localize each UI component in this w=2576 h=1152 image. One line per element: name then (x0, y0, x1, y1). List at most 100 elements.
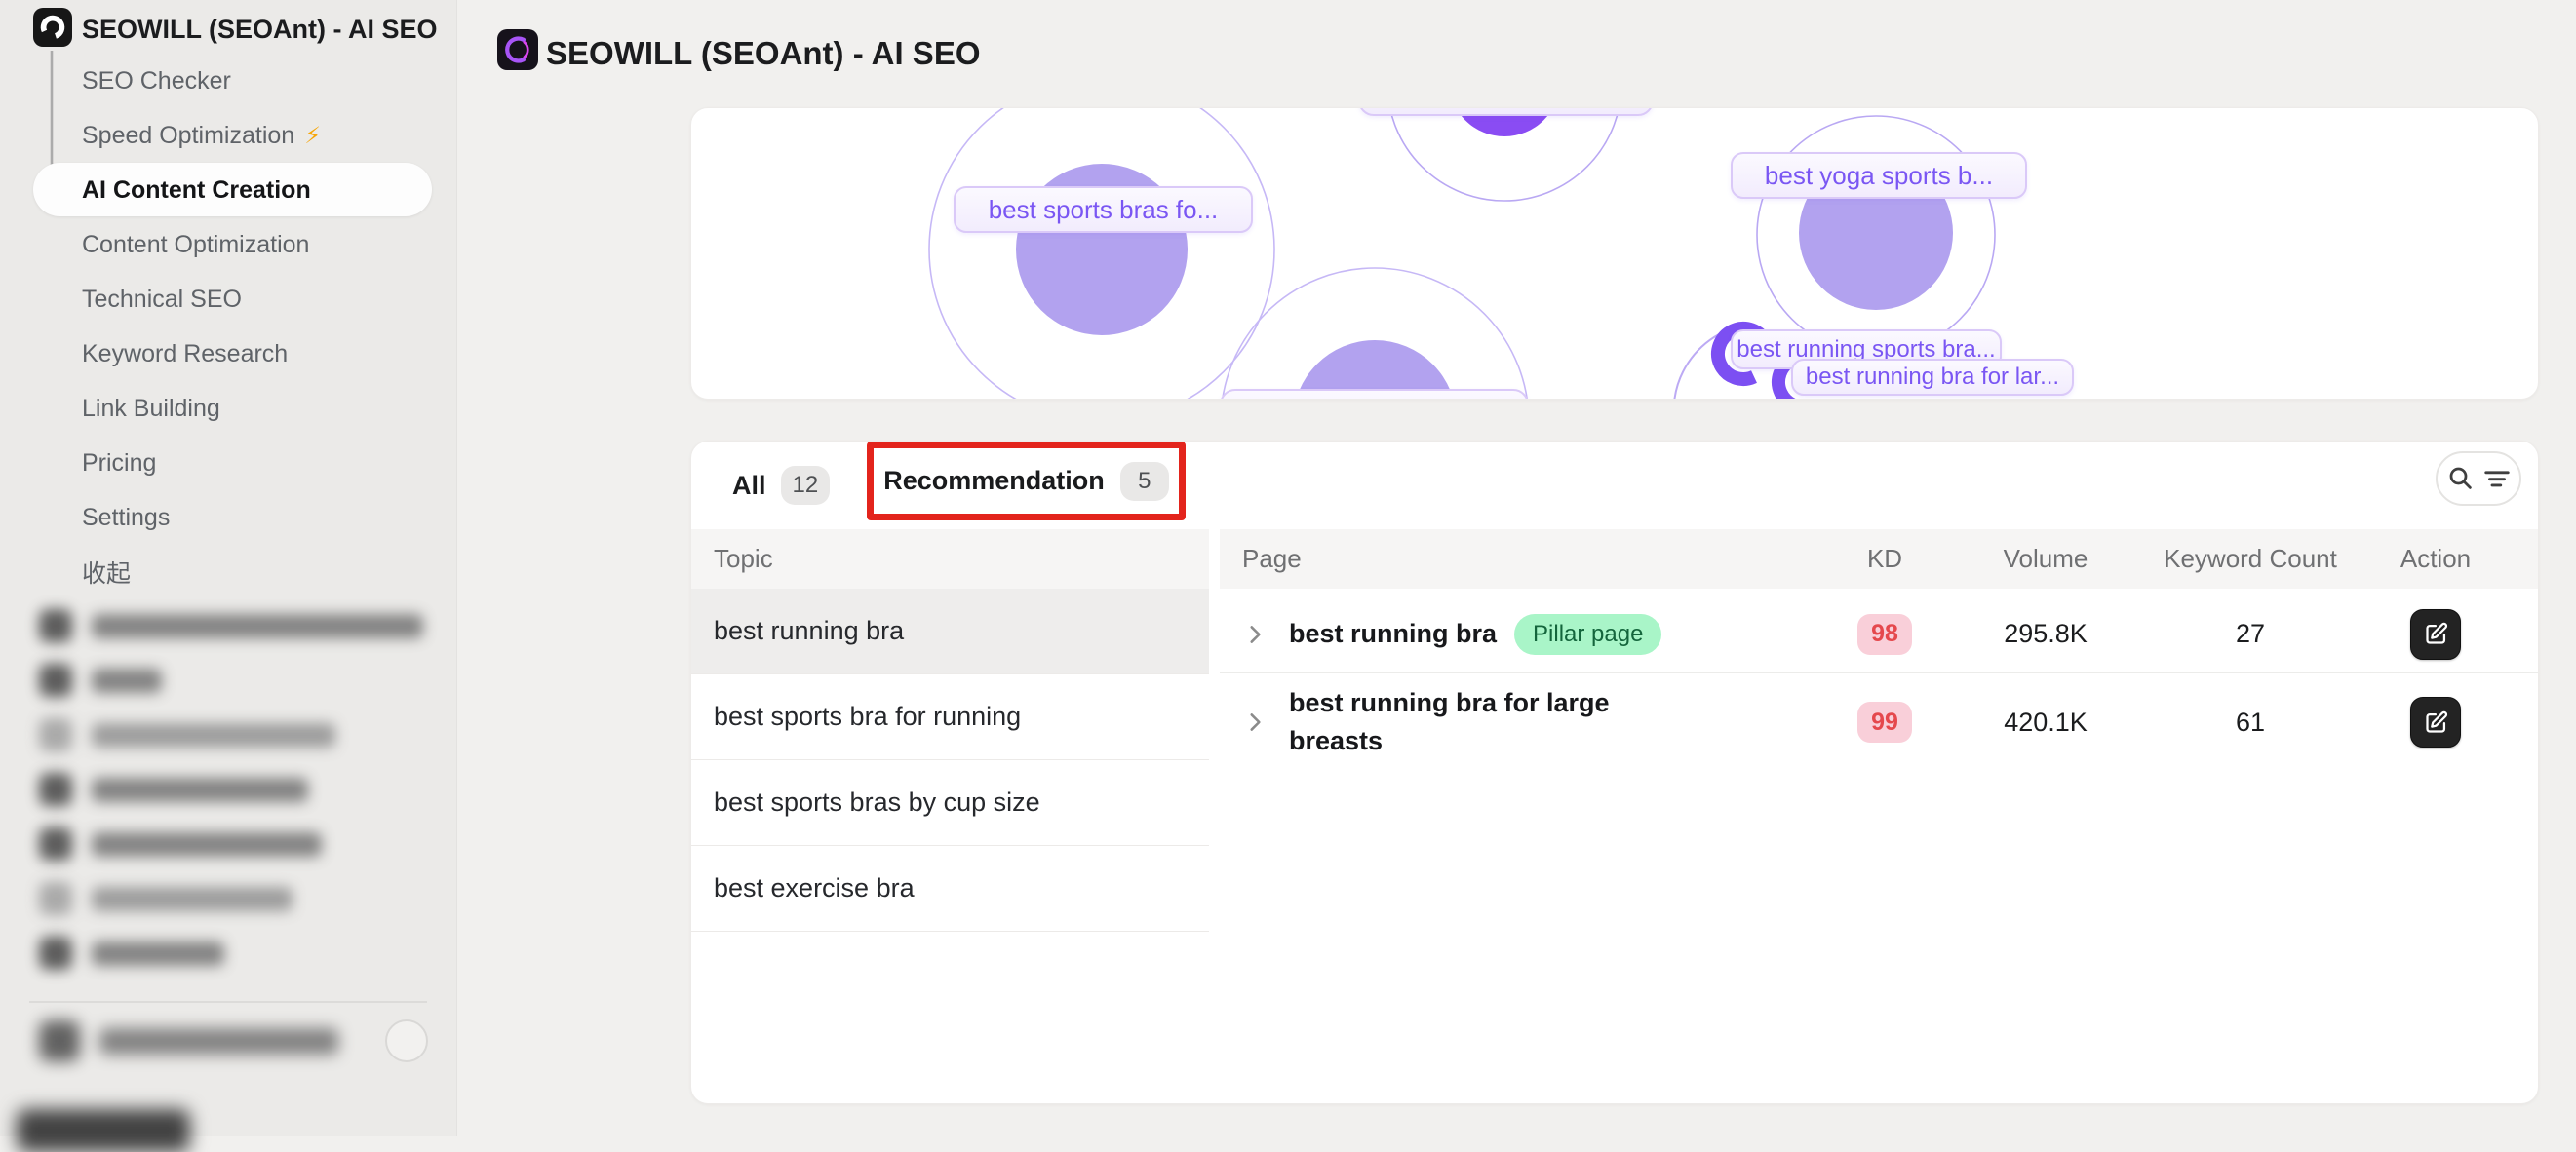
sidebar-item-label: Link Building (82, 395, 220, 423)
keywords-table-card: All 12 Recommendation 5 (690, 441, 2539, 1104)
volume-value: 420.1K (2004, 708, 2088, 738)
page-name[interactable]: best running bra (1289, 615, 1497, 653)
sidebar-item-label: Settings (82, 504, 170, 532)
topic-row-selected[interactable]: best running bra (691, 589, 1209, 674)
kd-badge: 98 (1857, 614, 1912, 655)
expand-chevron-icon[interactable] (1242, 710, 1268, 735)
sidebar-item-collapse[interactable]: 收起 (0, 545, 457, 599)
pillar-page-badge: Pillar page (1514, 614, 1661, 655)
redacted-label (92, 778, 308, 802)
topic-row[interactable]: best exercise bra (691, 846, 1209, 932)
topic-pill[interactable]: best running bra for lar... (1791, 359, 2074, 396)
collapse-circle-button[interactable] (385, 1019, 428, 1062)
redacted-item[interactable] (0, 871, 457, 926)
redacted-bottom-badge (17, 1109, 190, 1152)
annotation-red-box: Recommendation 5 (867, 442, 1186, 520)
pages-header-row: Page KD Volume Keyword Count Action (1220, 529, 2538, 589)
sidebar-item-label: Speed Optimization (82, 122, 294, 150)
edit-icon (2423, 621, 2449, 647)
sidebar: SEOWILL (SEOAnt) - AI SEO SEO Checker Sp… (0, 0, 457, 1136)
redacted-item[interactable] (0, 653, 457, 708)
table-row: best running bra for large breasts 99 42… (1220, 673, 2538, 771)
sidebar-item-speed-optimization[interactable]: Speed Optimization ⚡ (0, 108, 457, 163)
volume-value: 295.8K (2004, 619, 2088, 649)
redacted-item[interactable] (0, 762, 457, 817)
topic-pill-clipped-top[interactable] (1358, 107, 1654, 116)
sidebar-item-label: Technical SEO (82, 286, 242, 314)
sidebar-item-seo-checker[interactable]: SEO Checker (0, 54, 457, 108)
tabs-bar: All 12 Recommendation 5 (691, 442, 2538, 529)
panel-gutter (1209, 529, 1220, 1103)
column-header-action: Action (2362, 544, 2538, 574)
topic-row[interactable]: best sports bra for running (691, 674, 1209, 760)
topic-pill-clipped-bottom[interactable] (1220, 389, 1529, 400)
column-header-keyword-count: Keyword Count (2138, 544, 2362, 574)
redacted-label (92, 669, 162, 693)
edit-button[interactable] (2410, 609, 2461, 660)
sidebar-item-technical-seo[interactable]: Technical SEO (0, 272, 457, 326)
sidebar-item-label: Keyword Research (82, 340, 288, 368)
redacted-app-icon (39, 609, 72, 642)
page-logo-icon (497, 29, 538, 70)
column-header-volume: Volume (1953, 544, 2138, 574)
tab-all-label: All (732, 471, 766, 501)
kd-badge: 99 (1857, 702, 1912, 743)
keyword-count-value: 61 (2236, 708, 2265, 738)
app-logo-icon[interactable] (33, 8, 72, 47)
page-name[interactable]: best running bra for large breasts (1289, 684, 1620, 760)
sidebar-item-ai-content-creation[interactable]: AI Content Creation (0, 163, 457, 217)
sidebar-nav: SEO Checker Speed Optimization ⚡ AI Conte… (0, 54, 457, 599)
topics-panel: Topic best running bra best sports bra f… (691, 529, 1209, 1103)
redacted-app-icon (39, 937, 72, 970)
tab-recommendation-label[interactable]: Recommendation (883, 466, 1105, 496)
sidebar-title: SEOWILL (SEOAnt) - AI SEO (82, 15, 438, 45)
sidebar-item-content-optimization[interactable]: Content Optimization (0, 217, 457, 272)
edit-button[interactable] (2410, 697, 2461, 748)
topic-bubble-chart: best sports bras fo... best yoga sports … (690, 107, 2539, 400)
topic-row[interactable]: best sports bras by cup size (691, 760, 1209, 846)
store-icon (39, 1020, 80, 1061)
pages-panel: Page KD Volume Keyword Count Action best… (1220, 529, 2538, 1103)
redacted-app-icon (39, 773, 72, 806)
tab-recommendation-count-badge: 5 (1120, 462, 1169, 501)
sidebar-item-label: AI Content Creation (82, 176, 311, 205)
expand-chevron-icon[interactable] (1242, 622, 1268, 647)
sidebar-item-settings[interactable]: Settings (0, 490, 457, 545)
redacted-item[interactable] (0, 926, 457, 980)
topic-pill[interactable]: best yoga sports b... (1731, 152, 2027, 199)
table-region: Topic best running bra best sports bra f… (691, 529, 2538, 1103)
redacted-label (92, 887, 293, 911)
sidebar-divider (29, 1001, 427, 1003)
redacted-app-icon (39, 827, 72, 861)
topic-pill[interactable]: best sports bras fo... (954, 186, 1253, 233)
filter-icon (2482, 464, 2512, 493)
redacted-item[interactable] (0, 598, 457, 653)
redacted-app-icon (39, 664, 72, 697)
table-row: best running bra Pillar page 98 295.8K 2… (1220, 595, 2538, 673)
redacted-app-icon (39, 718, 72, 751)
sidebar-item-label: 收起 (82, 555, 131, 590)
redacted-label (92, 941, 224, 966)
tab-all-count-badge: 12 (781, 466, 831, 505)
column-header-page: Page (1220, 544, 1816, 574)
search-filter-button[interactable] (2436, 451, 2521, 506)
sidebar-item-label: Pricing (82, 449, 156, 478)
sidebar-item-label: Content Optimization (82, 231, 309, 259)
keyword-count-value: 27 (2236, 619, 2265, 649)
pages-rows: best running bra Pillar page 98 295.8K 2… (1220, 589, 2538, 771)
redacted-label (92, 832, 322, 857)
sidebar-item-link-building[interactable]: Link Building (0, 381, 457, 436)
sidebar-item-pricing[interactable]: Pricing (0, 436, 457, 490)
redacted-app-icon (39, 882, 72, 915)
redacted-item[interactable] (0, 817, 457, 871)
sidebar-item-keyword-research[interactable]: Keyword Research (0, 326, 457, 381)
edit-icon (2423, 710, 2449, 736)
search-icon (2446, 464, 2476, 493)
tab-all[interactable]: All 12 (732, 442, 830, 529)
app-root: SEOWILL (SEOAnt) - AI SEO SEO Checker Sp… (0, 0, 2576, 1136)
redacted-label (92, 723, 335, 748)
sidebar-store-row[interactable] (0, 1014, 457, 1068)
redacted-item[interactable] (0, 708, 457, 762)
redacted-store (39, 1020, 338, 1061)
lightning-icon: ⚡ (304, 122, 321, 150)
